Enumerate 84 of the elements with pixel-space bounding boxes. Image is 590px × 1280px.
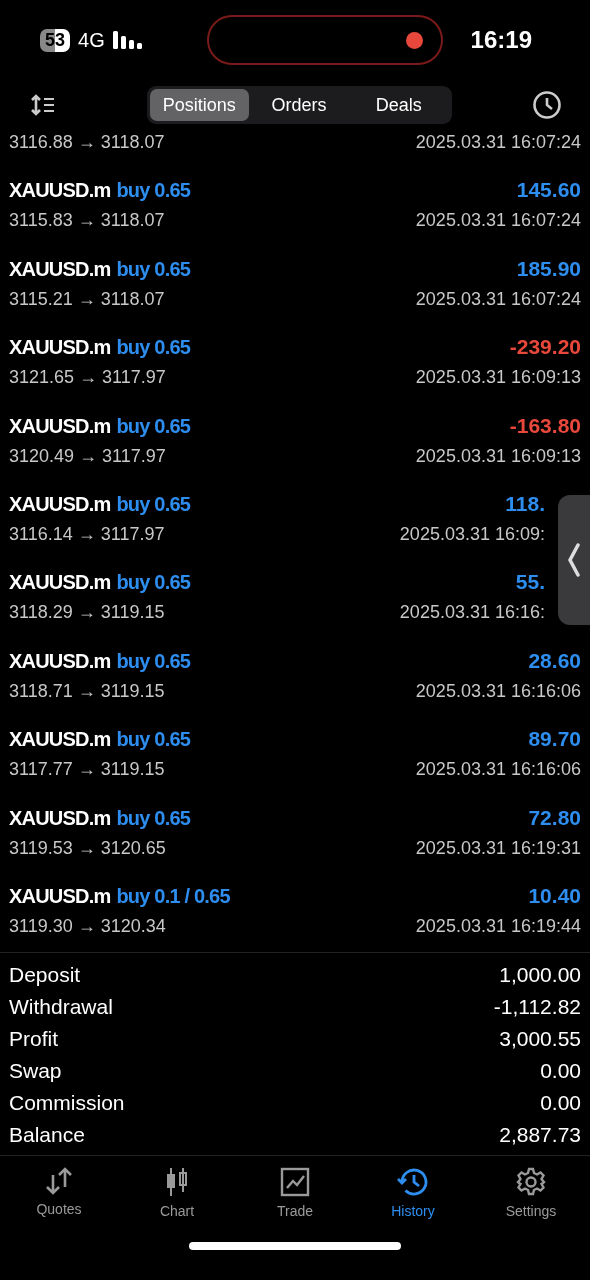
price-range: 3119.30 → 3120.34 — [9, 915, 166, 937]
profit: 72.80 — [528, 805, 581, 830]
candlestick-icon — [164, 1167, 190, 1197]
chart-icon — [280, 1167, 310, 1197]
battery-level: 53 — [40, 28, 71, 52]
price-range: 3117.77 → 3119.15 — [9, 759, 165, 781]
symbol: XAUUSD.m — [9, 728, 111, 752]
symbol: XAUUSD.m — [9, 649, 111, 673]
trade-side: buy 0.65 — [116, 571, 191, 595]
deal-time: 2025.03.31 16:16: — [399, 602, 545, 624]
deal-time: 2025.03.31 16:19:44 — [415, 915, 581, 937]
symbol: XAUUSD.m — [9, 571, 111, 595]
price-range: 3116.88 → 3118.07 — [9, 132, 165, 153]
side-panel-handle[interactable] — [558, 495, 590, 625]
profit: -239.20 — [509, 335, 581, 360]
profit: 185.90 — [516, 256, 581, 281]
symbol: XAUUSD.m — [9, 884, 111, 908]
price-range: 3118.29 → 3119.15 — [9, 602, 165, 624]
summary-label: Profit — [9, 1027, 58, 1051]
trade-side: buy 0.65 — [116, 257, 191, 281]
profit: 55. — [515, 570, 545, 595]
trade-side: buy 0.65 — [116, 806, 191, 830]
symbol: XAUUSD.m — [9, 806, 111, 830]
deal-time: 2025.03.31 16:07:24 — [415, 288, 581, 310]
price-range: 3119.53 → 3120.65 — [9, 837, 166, 859]
profit: 28.60 — [528, 648, 581, 673]
profit: 145.60 — [516, 178, 581, 203]
deal-time: 2025.03.31 16:07:24 — [415, 132, 581, 153]
profit: 118. — [505, 491, 545, 516]
profit: 89.70 — [528, 727, 581, 752]
trade-side: buy 0.1 / 0.65 — [116, 884, 230, 908]
summary-label: Commission — [9, 1091, 125, 1115]
sort-icon[interactable] — [30, 93, 56, 117]
deal-time: 2025.03.31 16:19:31 — [415, 837, 581, 859]
summary-value: -1,112.82 — [493, 995, 581, 1019]
summary-label: Swap — [9, 1059, 62, 1083]
trade-side: buy 0.65 — [116, 649, 191, 673]
trade-side: buy 0.65 — [116, 492, 191, 516]
price-range: 3115.83 → 3118.07 — [9, 210, 165, 232]
summary-value: 2,887.73 — [499, 1123, 581, 1147]
arrows-icon — [44, 1167, 74, 1195]
profit: -163.80 — [509, 413, 581, 438]
trade-side: buy 0.65 — [116, 179, 191, 203]
tab[interactable]: Deals — [348, 89, 449, 121]
summary-label: Withdrawal — [9, 995, 113, 1019]
history-icon — [397, 1167, 429, 1197]
trade-side: buy 0.65 — [116, 728, 191, 752]
profit: 10.40 — [528, 883, 581, 908]
nav-tab[interactable]: History — [358, 1166, 468, 1220]
price-range: 3118.71 → 3119.15 — [9, 680, 165, 702]
summary-value: 0.00 — [540, 1059, 581, 1083]
nav-tab[interactable]: Settings — [476, 1166, 586, 1220]
nav-tab[interactable]: Trade — [240, 1166, 350, 1220]
price-range: 3121.65 → 3117.97 — [9, 367, 166, 389]
price-range: 3116.14 → 3117.97 — [9, 523, 165, 545]
summary-label: Deposit — [9, 963, 81, 987]
signal-icon — [112, 31, 143, 49]
price-range: 3120.49 → 3117.97 — [9, 445, 166, 467]
settings-icon — [516, 1167, 546, 1197]
summary-label: Balance — [9, 1123, 85, 1147]
symbol: XAUUSD.m — [9, 336, 111, 360]
symbol: XAUUSD.m — [9, 179, 111, 203]
symbol: XAUUSD.m — [9, 414, 111, 438]
summary-value: 1,000.00 — [499, 963, 581, 987]
deal-time: 2025.03.31 16:07:24 — [415, 210, 581, 232]
network-type: 4G — [78, 28, 105, 52]
deal-time: 2025.03.31 16:09:13 — [415, 367, 581, 389]
symbol: XAUUSD.m — [9, 492, 111, 516]
deal-time: 2025.03.31 16:09:13 — [415, 445, 581, 467]
trade-side: buy 0.65 — [116, 414, 191, 438]
deal-time: 2025.03.31 16:16:06 — [415, 680, 581, 702]
tab[interactable]: Orders — [249, 89, 349, 121]
trade-side: buy 0.65 — [116, 336, 191, 360]
summary-value: 0.00 — [540, 1091, 581, 1115]
deal-time: 2025.03.31 16:09: — [399, 523, 545, 545]
clock-icon[interactable] — [532, 90, 562, 120]
summary-value: 3,000.55 — [499, 1027, 581, 1051]
symbol: XAUUSD.m — [9, 257, 111, 281]
nav-tab[interactable]: Chart — [122, 1166, 232, 1220]
deal-time: 2025.03.31 16:16:06 — [415, 759, 581, 781]
nav-tab[interactable]: Quotes — [4, 1166, 114, 1220]
clock: 16:19 — [470, 26, 532, 54]
tab[interactable]: Positions — [149, 89, 250, 121]
price-range: 3115.21 → 3118.07 — [9, 288, 165, 310]
